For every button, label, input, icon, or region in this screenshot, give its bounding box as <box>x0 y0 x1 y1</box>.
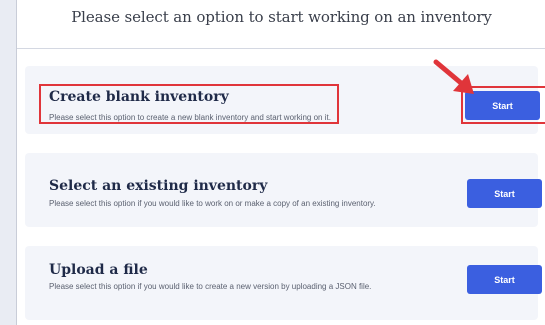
start-button-select-existing[interactable]: Start <box>467 179 542 208</box>
option-upload-file: Upload a file Please select this option … <box>25 246 542 320</box>
page-title: Please select an option to start working… <box>71 8 492 26</box>
page-header: Please select an option to start working… <box>17 0 545 49</box>
option-select-existing: Select an existing inventory Please sele… <box>25 153 542 227</box>
option-title-upload-file: Upload a file <box>49 262 148 278</box>
highlight-box-option-title <box>39 84 339 124</box>
arrow-pointer-icon <box>433 59 474 94</box>
option-description-select-existing: Please select this option if you would l… <box>49 199 376 208</box>
option-title-select-existing: Select an existing inventory <box>49 178 268 194</box>
option-description-upload-file: Please select this option if you would l… <box>49 282 372 291</box>
start-button-upload-file[interactable]: Start <box>467 265 542 294</box>
inventory-options-panel: Please select an option to start working… <box>16 0 545 325</box>
